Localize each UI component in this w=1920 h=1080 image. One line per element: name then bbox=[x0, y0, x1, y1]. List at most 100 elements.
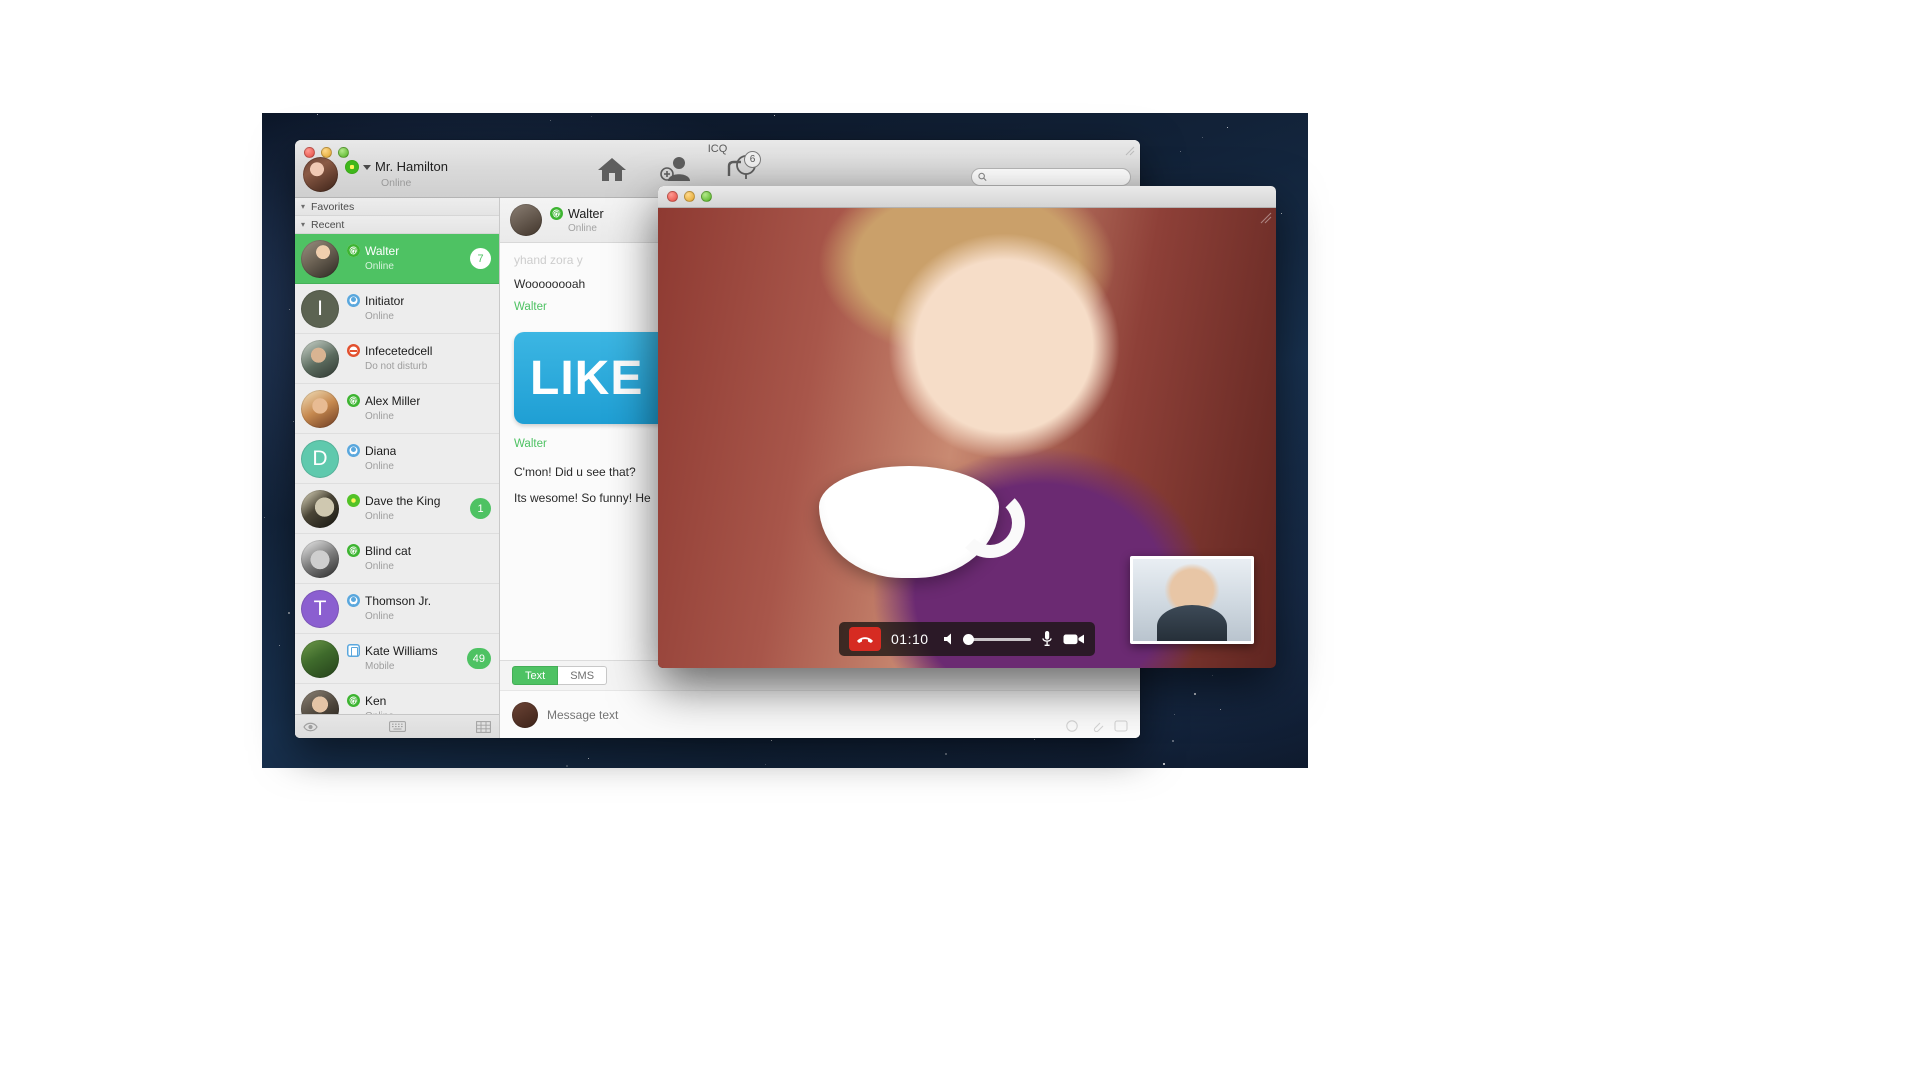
video-zoom-button[interactable] bbox=[701, 191, 712, 202]
volume-slider[interactable] bbox=[963, 633, 1031, 645]
contact-status: Online bbox=[365, 261, 394, 273]
blue-person-icon bbox=[347, 594, 360, 608]
avatar bbox=[301, 639, 339, 678]
group-recent[interactable]: ▾ Recent bbox=[295, 216, 499, 234]
contact-name: Thomson Jr. bbox=[365, 593, 432, 608]
contact-name: Diana bbox=[365, 443, 397, 458]
tab-sms[interactable]: SMS bbox=[558, 666, 608, 685]
contact-row-kate-williams[interactable]: Kate Williams Mobile 49 bbox=[295, 634, 499, 684]
contact-row-diana[interactable]: D Diana Online bbox=[295, 434, 499, 484]
icq-green-icon bbox=[347, 544, 360, 558]
unread-badge: 1 bbox=[470, 498, 491, 519]
star bbox=[1174, 714, 1176, 716]
video-traffic-lights[interactable] bbox=[667, 191, 712, 202]
sidebar-footer bbox=[295, 714, 499, 738]
volume-knob[interactable] bbox=[963, 633, 974, 645]
dnd-red-icon bbox=[347, 344, 360, 358]
contact-row-initiator[interactable]: I Initiator Online bbox=[295, 284, 499, 334]
video-resize-handle-icon[interactable] bbox=[1260, 212, 1272, 224]
star bbox=[590, 115, 592, 117]
chevron-down-icon[interactable] bbox=[363, 164, 371, 170]
account-status: Online bbox=[381, 176, 412, 189]
grid-icon[interactable] bbox=[476, 720, 491, 733]
contact-status: Mobile bbox=[365, 661, 395, 673]
call-timer: 01:10 bbox=[891, 631, 929, 647]
star bbox=[293, 420, 295, 422]
smile-icon[interactable] bbox=[1066, 720, 1080, 732]
avatar bbox=[301, 689, 339, 714]
contact-row-walter[interactable]: Walter Online 7 bbox=[295, 234, 499, 284]
self-video-preview[interactable] bbox=[1130, 556, 1254, 644]
account-name: Mr. Hamilton bbox=[375, 159, 448, 174]
resize-handle-icon[interactable] bbox=[1125, 146, 1135, 156]
search-icon bbox=[978, 172, 987, 182]
contact-status: Online bbox=[365, 611, 394, 623]
icq-green-icon bbox=[347, 244, 360, 258]
contact-row-infecetedcell[interactable]: Infecetedcell Do not disturb bbox=[295, 334, 499, 384]
contact-status: Do not disturb bbox=[365, 361, 428, 373]
home-icon[interactable] bbox=[595, 154, 629, 186]
icq-green-icon bbox=[550, 207, 563, 220]
eye-icon[interactable] bbox=[303, 721, 318, 733]
unread-badge: 7 bbox=[470, 248, 491, 269]
contact-name: Ken bbox=[365, 693, 387, 708]
video-close-button[interactable] bbox=[667, 191, 678, 202]
compose-actions bbox=[1066, 720, 1128, 732]
keyboard-icon[interactable] bbox=[388, 721, 406, 732]
chat-contact-name: Walter bbox=[568, 206, 604, 221]
message-input[interactable] bbox=[547, 707, 1128, 722]
camera-button[interactable] bbox=[1063, 632, 1085, 646]
contact-row-blind-cat[interactable]: Blind cat Online bbox=[295, 534, 499, 584]
avatar: T bbox=[301, 589, 339, 628]
contact-row-dave-the-king[interactable]: Dave the King Online 1 bbox=[295, 484, 499, 534]
avatar-initial: T bbox=[313, 596, 327, 620]
group-label: Recent bbox=[311, 218, 345, 231]
contact-row-thomson-jr-[interactable]: T Thomson Jr. Online bbox=[295, 584, 499, 634]
star bbox=[550, 119, 552, 121]
compose-avatar bbox=[512, 701, 538, 728]
star bbox=[1162, 763, 1165, 766]
video-call-window: 01:10 bbox=[658, 186, 1276, 668]
contact-name: Kate Williams bbox=[365, 643, 438, 658]
contacts-sidebar: ▾ Favorites ▾ Recent Walter Online 7 I Initi… bbox=[295, 198, 500, 738]
video-titlebar bbox=[658, 186, 1276, 208]
account-block[interactable]: Mr. Hamilton Online bbox=[303, 157, 448, 192]
attach-icon[interactable] bbox=[1090, 720, 1104, 732]
chats-icon[interactable]: 6 bbox=[723, 151, 761, 186]
star bbox=[1281, 212, 1283, 214]
star bbox=[288, 612, 291, 615]
contact-status: Online bbox=[365, 411, 394, 423]
avatar bbox=[301, 539, 339, 578]
video-minimize-button[interactable] bbox=[684, 191, 695, 202]
avatar-initial: I bbox=[317, 296, 323, 320]
star bbox=[773, 114, 775, 116]
contact-row-ken[interactable]: Ken Online bbox=[295, 684, 499, 714]
contact-status: Online bbox=[365, 461, 394, 473]
star bbox=[1171, 739, 1174, 742]
contact-status: Online bbox=[365, 561, 394, 573]
contact-status: Online bbox=[365, 711, 491, 714]
speaker-icon[interactable] bbox=[943, 632, 959, 646]
star bbox=[278, 644, 280, 646]
star bbox=[588, 758, 590, 760]
avatar: D bbox=[301, 439, 339, 478]
search-input[interactable] bbox=[991, 171, 1124, 183]
add-contact-icon[interactable] bbox=[659, 154, 693, 186]
microphone-button[interactable] bbox=[1041, 630, 1053, 648]
hangup-button[interactable] bbox=[849, 627, 881, 651]
star bbox=[1211, 675, 1213, 677]
send-icon[interactable] bbox=[1114, 720, 1128, 732]
blue-person-icon bbox=[347, 444, 360, 458]
contacts-list: Walter Online 7 I Initiator Online Infecetedce… bbox=[295, 234, 499, 714]
flower-green-icon bbox=[347, 494, 360, 508]
contact-status: Online bbox=[365, 311, 394, 323]
contact-status: Online bbox=[365, 511, 394, 523]
chats-badge: 6 bbox=[744, 151, 761, 168]
tab-text[interactable]: Text bbox=[512, 666, 559, 685]
search-field[interactable] bbox=[971, 168, 1131, 186]
contact-row-alex-miller[interactable]: Alex Miller Online bbox=[295, 384, 499, 434]
flower-green-icon bbox=[345, 160, 359, 175]
chevron-down-icon: ▾ bbox=[301, 220, 306, 229]
star bbox=[944, 752, 947, 755]
group-favorites[interactable]: ▾ Favorites bbox=[295, 198, 499, 216]
